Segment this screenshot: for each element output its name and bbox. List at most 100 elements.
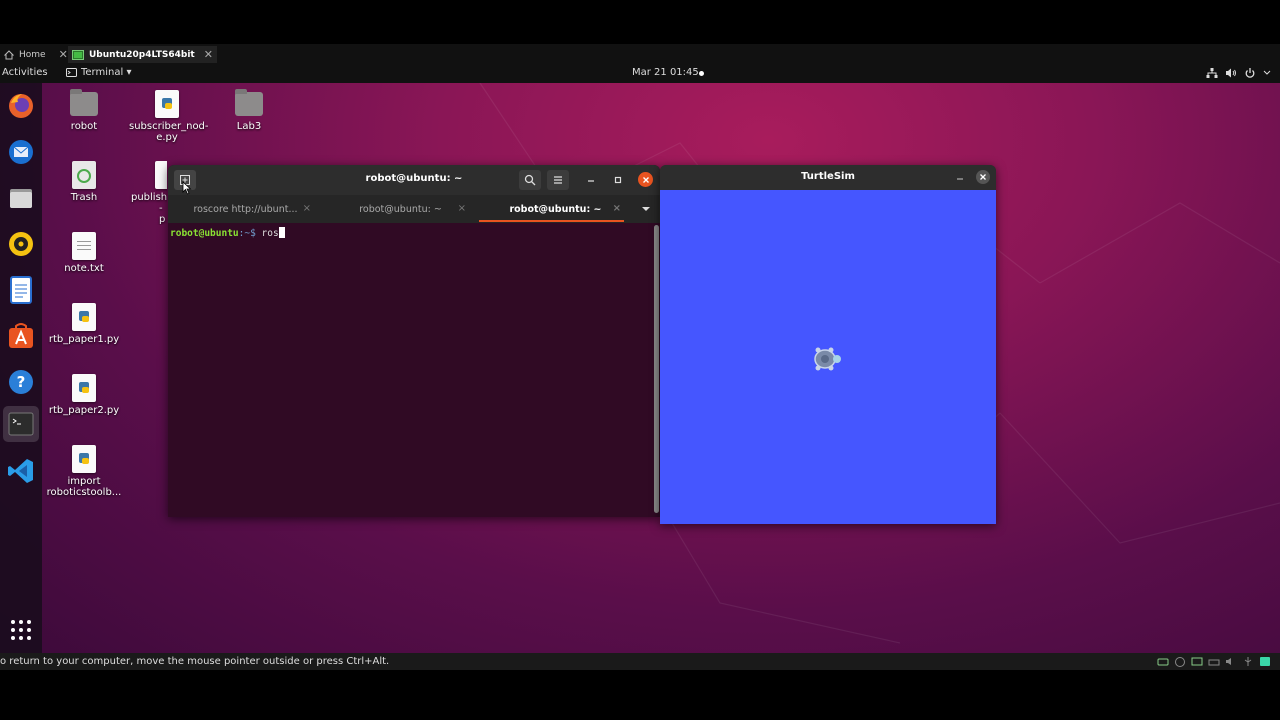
prompt-path: :~$ xyxy=(238,228,262,239)
message-icon xyxy=(1260,657,1270,666)
svg-text:?: ? xyxy=(17,373,26,391)
python-file-icon xyxy=(72,445,96,473)
desktop-icon-label-line1: import xyxy=(67,476,101,487)
network-adapter-icon xyxy=(1191,657,1203,666)
cd-icon xyxy=(1175,657,1185,667)
trash-icon xyxy=(72,161,96,189)
close-button[interactable] xyxy=(638,172,653,187)
app-menu-label: Terminal ▾ xyxy=(81,67,132,78)
turtlesim-title: TurtleSim xyxy=(801,171,855,182)
desktop-icon-subscriber[interactable]: subscriber_nod-e.py xyxy=(125,90,209,143)
desktop-icon-trash[interactable]: Trash xyxy=(42,161,126,203)
terminal-tab-2[interactable]: robot@ubuntu: ~ × xyxy=(323,195,478,223)
vm-tab-ubuntu-close-icon[interactable]: ✕ xyxy=(204,48,213,61)
dock-libreoffice-writer[interactable] xyxy=(3,272,39,308)
app-menu-button[interactable]: Terminal ▾ xyxy=(66,67,131,78)
rhythmbox-icon xyxy=(9,232,33,256)
turtlesim-canvas xyxy=(660,190,996,524)
tab-list-dropdown-icon[interactable] xyxy=(641,206,651,212)
folder-icon xyxy=(235,89,263,116)
desktop-icon-publisher[interactable]: publishe -p xyxy=(125,161,167,225)
terminal-tab-bar: roscore http://ubunt... × robot@ubuntu: … xyxy=(168,195,660,223)
prompt-user: robot@ubuntu xyxy=(170,228,239,239)
desktop-icon-label: note.txt xyxy=(64,263,104,274)
desktop-icon-label: subscriber_nod-e.py xyxy=(129,121,209,143)
tab-close-icon[interactable]: × xyxy=(613,203,621,214)
terminal-scrollbar[interactable] xyxy=(654,225,659,513)
search-icon xyxy=(524,174,536,186)
software-center-icon xyxy=(9,323,33,348)
dock: ? xyxy=(0,83,42,653)
minimize-button[interactable] xyxy=(580,170,602,190)
terminal-tab-1[interactable]: roscore http://ubunt... × xyxy=(168,195,323,223)
turtlesim-close-button[interactable] xyxy=(976,170,990,184)
terminal-tab-label: robot@ubuntu: ~ xyxy=(509,203,602,215)
desktop-icon-rtb2[interactable]: rtb_paper2.py xyxy=(42,374,126,416)
desktop-icon-label: robot xyxy=(70,121,98,132)
minimize-icon xyxy=(588,180,594,182)
gnome-top-bar: Activities Terminal ▾ Mar 21 01:45 xyxy=(0,64,1280,83)
dock-thunderbird[interactable] xyxy=(3,134,39,170)
chevron-down-icon xyxy=(1263,70,1271,75)
tab-close-icon[interactable]: × xyxy=(458,203,466,214)
vm-tab-home-label: Home xyxy=(19,49,46,60)
activities-button[interactable]: Activities xyxy=(2,67,48,78)
command-text: ros xyxy=(261,228,279,239)
help-icon: ? xyxy=(9,370,33,394)
vm-tab-ubuntu[interactable]: Ubuntu20p4LTS64bit ✕ xyxy=(68,46,217,63)
clock[interactable]: Mar 21 01:45 xyxy=(632,67,699,78)
dock-terminal[interactable] xyxy=(3,406,39,442)
vm-device-tray[interactable] xyxy=(1157,656,1271,667)
usb-icon xyxy=(1244,657,1252,666)
vm-tab-home[interactable]: Home ✕ xyxy=(0,46,72,63)
desktop-icon-label-line2: -p xyxy=(159,203,166,225)
python-file-icon xyxy=(155,161,167,189)
status-message: o return to your computer, move the mous… xyxy=(0,656,390,667)
python-file-icon xyxy=(72,374,96,402)
desktop-icon-robot[interactable]: robot xyxy=(42,89,126,132)
power-icon xyxy=(1245,68,1255,78)
screen: Home ✕ Ubuntu20p4LTS64bit ✕ Activities T… xyxy=(0,0,1280,720)
system-tray[interactable] xyxy=(1206,67,1271,79)
maximize-button[interactable] xyxy=(607,170,629,190)
hamburger-icon xyxy=(554,176,562,184)
vscode-icon xyxy=(8,459,33,483)
firefox-icon xyxy=(9,94,33,118)
desktop-icon-note[interactable]: note.txt xyxy=(42,232,126,274)
desktop-icon-label-line2: roboticstoolb... xyxy=(46,487,122,498)
desktop-icon-import[interactable]: import roboticstoolb... xyxy=(42,445,126,498)
volume-icon xyxy=(1226,68,1236,78)
desktop-icon-label: Trash xyxy=(70,192,98,203)
dock-firefox[interactable] xyxy=(3,88,39,124)
python-file-icon xyxy=(72,303,96,331)
dock-help[interactable]: ? xyxy=(3,364,39,400)
dock-rhythmbox[interactable] xyxy=(3,226,39,262)
dock-files[interactable] xyxy=(3,180,39,216)
network-icon xyxy=(1206,68,1218,78)
desktop-icon-label: Lab3 xyxy=(236,121,262,132)
turtlesim-window[interactable]: TurtleSim xyxy=(660,165,996,524)
menu-button[interactable] xyxy=(547,170,569,190)
dock-show-apps[interactable] xyxy=(3,612,39,648)
terminal-window[interactable]: robot@ubuntu: ~ roscore http://ubunt... … xyxy=(168,165,660,517)
terminal-output[interactable]: robot@ubuntu:~$ ros xyxy=(168,223,660,517)
text-file-icon xyxy=(72,232,96,260)
dock-software[interactable] xyxy=(3,318,39,354)
desktop-icon-rtb1[interactable]: rtb_paper1.py xyxy=(42,303,126,345)
turtle-icon xyxy=(814,347,841,371)
desktop: ? robot subscriber_nod-e.py Lab3 Trash p… xyxy=(0,83,1280,653)
vm-tab-ubuntu-label: Ubuntu20p4LTS64bit xyxy=(89,49,195,60)
minimize-icon[interactable] xyxy=(955,173,965,183)
dock-vscode[interactable] xyxy=(3,453,39,489)
terminal-icon xyxy=(8,412,34,436)
search-button[interactable] xyxy=(519,170,541,190)
tab-close-icon[interactable]: × xyxy=(303,203,311,214)
terminal-tab-label: roscore http://ubunt... xyxy=(193,203,298,215)
desktop-icon-lab3[interactable]: Lab3 xyxy=(207,89,291,132)
vm-tab-home-close-icon[interactable]: ✕ xyxy=(59,48,68,61)
terminal-tab-3[interactable]: robot@ubuntu: ~ × xyxy=(478,195,633,223)
turtlesim-header-bar[interactable]: TurtleSim xyxy=(660,165,996,190)
desktop-icon-label-line1: publishe xyxy=(131,192,167,203)
python-file-icon xyxy=(155,90,179,118)
terminal-header-bar[interactable]: robot@ubuntu: ~ xyxy=(168,165,660,195)
